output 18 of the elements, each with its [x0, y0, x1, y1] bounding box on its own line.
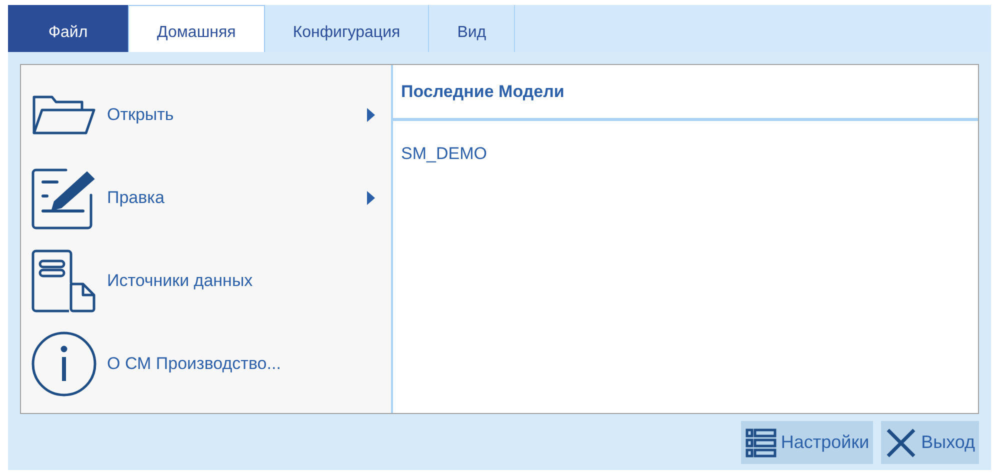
- tab[interactable]: Конфигурация: [264, 5, 430, 52]
- settings-button[interactable]: Настройки: [740, 421, 874, 464]
- menu-item[interactable]: О СМ Производство...: [21, 322, 391, 405]
- tab[interactable]: Файл: [8, 5, 128, 52]
- exit-button[interactable]: Выход: [881, 421, 979, 464]
- menu-item[interactable]: Источники данных: [21, 239, 391, 322]
- section-title: Последние Модели: [401, 80, 564, 103]
- close-icon: [885, 426, 918, 458]
- recent-model-item[interactable]: SM_DEMO: [401, 137, 970, 170]
- menu-item[interactable]: Правка: [21, 156, 391, 239]
- list-icon: [744, 426, 777, 458]
- submenu-arrow-icon: [367, 190, 375, 204]
- submenu-arrow-icon: [367, 108, 375, 122]
- menu-item[interactable]: Открыть: [21, 73, 391, 156]
- tab[interactable]: Домашняя: [128, 5, 265, 52]
- document-stack-icon: [31, 248, 97, 314]
- info-icon: [31, 330, 97, 396]
- tab[interactable]: Вид: [429, 5, 516, 52]
